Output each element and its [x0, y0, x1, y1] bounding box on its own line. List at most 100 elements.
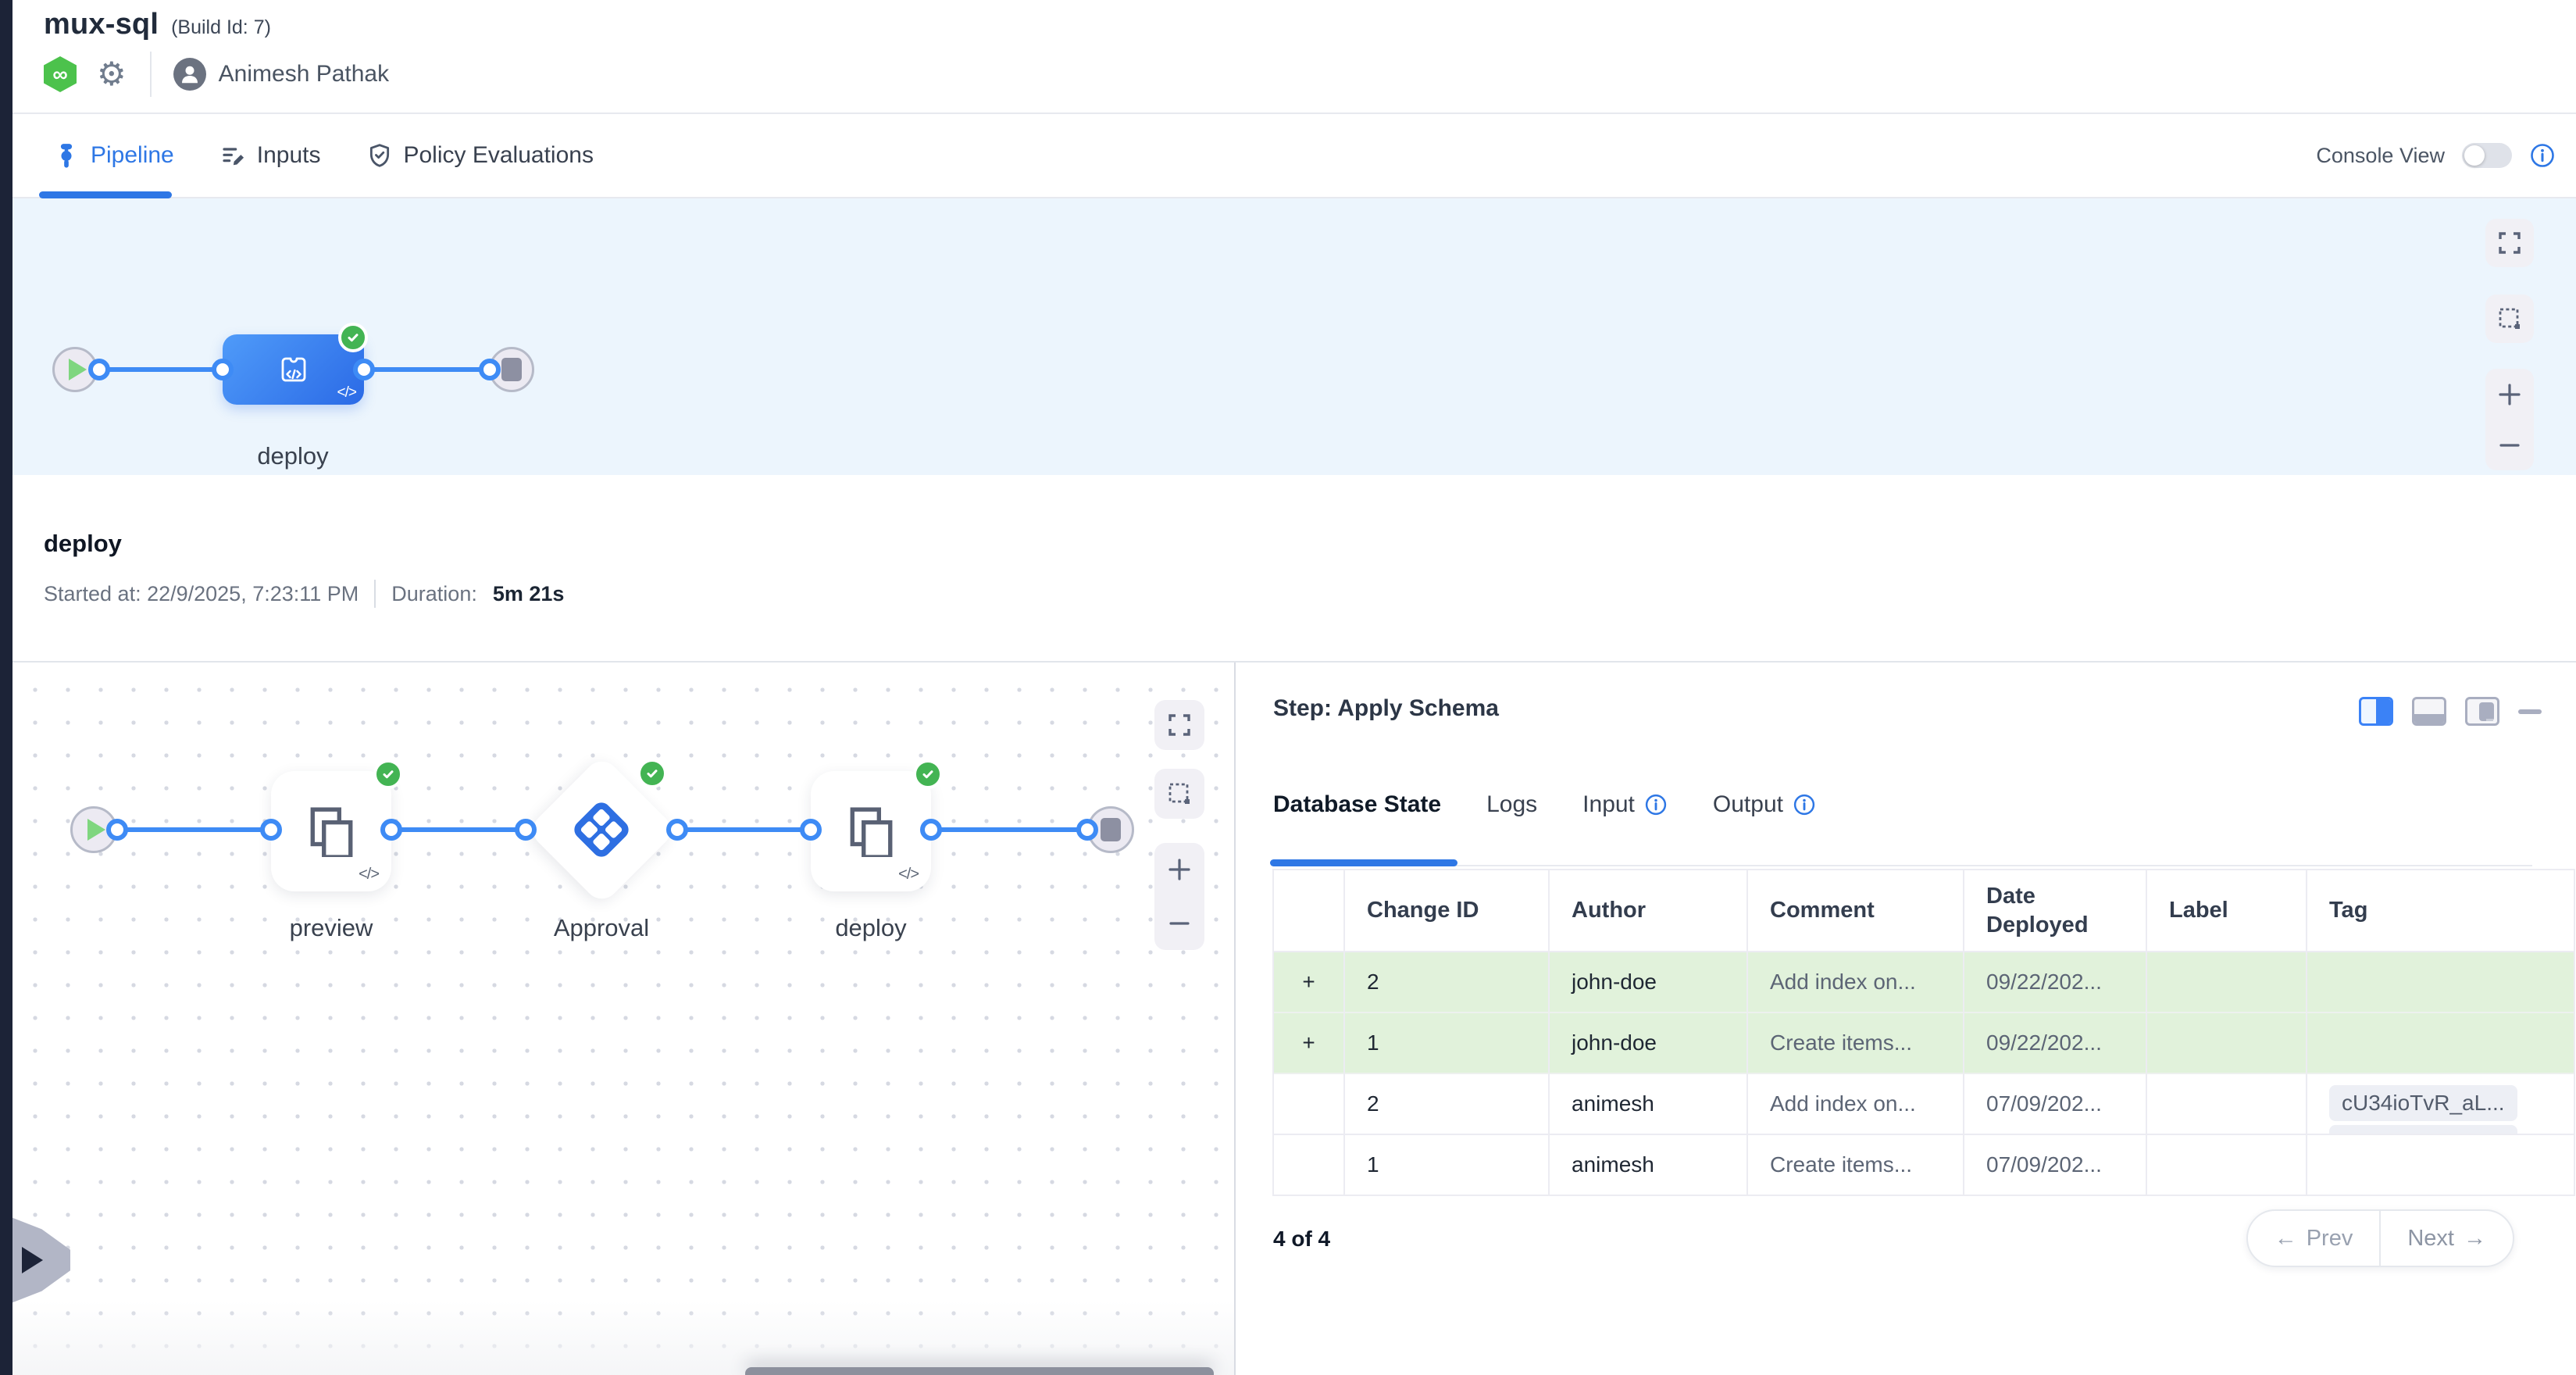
zoom-in-icon[interactable]: [2498, 383, 2521, 406]
zoom-out-icon[interactable]: [2498, 434, 2521, 457]
cell-date-deployed: 09/22/202...: [1964, 952, 2147, 1013]
column-header-date-deployed: Date Deployed: [1964, 870, 2147, 952]
minimize-panel-button[interactable]: [2518, 709, 2542, 714]
port[interactable]: [353, 359, 375, 380]
cell-comment: Create items...: [1748, 1135, 1964, 1196]
layout-split-right-button[interactable]: [2359, 697, 2393, 726]
tab-database-state[interactable]: Database State: [1273, 791, 1441, 818]
node-label: Approval: [554, 914, 649, 942]
prev-page-button[interactable]: ← Prev: [2248, 1211, 2380, 1266]
cell-tag: [2307, 1013, 2574, 1074]
port[interactable]: [515, 819, 537, 841]
cell-tag: [2307, 1135, 2574, 1196]
toggle-knob: [2464, 145, 2485, 166]
fit-view-button[interactable]: [1154, 700, 1204, 750]
sidebar-expand-handle[interactable]: [12, 1217, 70, 1303]
node-label: preview: [290, 914, 373, 942]
step-name: deploy: [44, 530, 2576, 558]
tab-policy-evaluations[interactable]: Policy Evaluations: [367, 142, 593, 169]
build-id: (Build Id: 7): [171, 16, 271, 39]
row-expander-button[interactable]: [1274, 1074, 1345, 1135]
cell-label: [2147, 1074, 2307, 1135]
column-header-expander: [1274, 870, 1345, 952]
pipeline-edge: [117, 827, 271, 832]
console-view-toggle[interactable]: [2462, 143, 2512, 168]
duration-value: 5m 21s: [493, 582, 565, 606]
table-row[interactable]: + 1 john-doe Create items... 09/22/202..…: [1274, 1013, 2574, 1074]
layout-floating-button[interactable]: [2465, 697, 2499, 726]
fullscreen-icon: [1167, 712, 1192, 738]
zoom-in-icon[interactable]: [1168, 858, 1191, 881]
column-header-label: Label: [2147, 870, 2307, 952]
tab-inputs[interactable]: Inputs: [221, 142, 321, 169]
stop-icon: [501, 358, 522, 381]
fit-view-button[interactable]: [2485, 219, 2534, 267]
layout-dock-bottom-button[interactable]: [2412, 697, 2446, 726]
port[interactable]: [1076, 819, 1098, 841]
preview-step-node[interactable]: </>: [271, 771, 391, 891]
arrow-right-icon: →: [2464, 1226, 2486, 1252]
horizontal-scrollbar[interactable]: [745, 1367, 1214, 1375]
cell-author: animesh: [1550, 1074, 1748, 1135]
port[interactable]: [260, 819, 282, 841]
row-expander-button[interactable]: +: [1274, 952, 1345, 1013]
port[interactable]: [479, 359, 501, 380]
column-header-tag: Tag: [2307, 870, 2574, 952]
cell-label: [2147, 952, 2307, 1013]
database-state-table: Change ID Author Comment Date Deployed L…: [1272, 869, 2575, 1196]
table-row[interactable]: + 2 john-doe Add index on... 09/22/202..…: [1274, 952, 2574, 1013]
tab-pipeline[interactable]: Pipeline: [53, 142, 174, 169]
lower-pipeline-canvas[interactable]: </>: [12, 662, 1234, 1375]
port[interactable]: [380, 819, 402, 841]
tab-output[interactable]: Output: [1713, 791, 1816, 818]
tag-chip[interactable]: cU34ioTvR_aL...: [2329, 1085, 2517, 1121]
pipeline-edge: [931, 827, 1087, 832]
settings-gear-icon[interactable]: ⚙: [97, 58, 127, 91]
selection-box-button[interactable]: [1154, 769, 1204, 819]
table-header-row: Change ID Author Comment Date Deployed L…: [1274, 870, 2574, 952]
row-expander-button[interactable]: [1274, 1135, 1345, 1196]
shield-check-icon: [367, 143, 392, 168]
row-expander-button[interactable]: +: [1274, 1013, 1345, 1074]
port[interactable]: [800, 819, 822, 841]
pagination: ← Prev Next →: [2246, 1209, 2514, 1267]
next-page-button[interactable]: Next →: [2379, 1211, 2513, 1266]
page-title: mux-sql: [44, 8, 159, 41]
deploy-step-node[interactable]: </>: [811, 771, 931, 891]
code-badge: </>: [337, 384, 356, 402]
marquee-select-icon: [2497, 306, 2522, 331]
port[interactable]: [212, 359, 234, 380]
tab-logs[interactable]: Logs: [1486, 791, 1537, 818]
pipeline-status-hexagon-icon: ∞: [44, 56, 77, 92]
table-row[interactable]: 2 animesh Add index on... 07/09/202... c…: [1274, 1074, 2574, 1135]
info-icon[interactable]: [1793, 793, 1816, 816]
info-icon[interactable]: [1644, 793, 1668, 816]
port[interactable]: [106, 819, 128, 841]
copy-pages-icon: [305, 805, 357, 857]
canvas-bottom-fade: [12, 1301, 1234, 1375]
success-check-icon: [913, 759, 943, 789]
cell-change-id: 1: [1345, 1135, 1550, 1196]
port[interactable]: [88, 359, 110, 380]
top-pipeline-canvas[interactable]: </> deploy: [12, 198, 2576, 475]
infinity-icon: ∞: [52, 62, 67, 87]
step-info-band: deploy Started at: 22/9/2025, 7:23:11 PM…: [12, 475, 2576, 661]
port[interactable]: [920, 819, 942, 841]
zoom-out-icon[interactable]: [1168, 912, 1191, 935]
code-badge: </>: [359, 866, 379, 884]
table-row[interactable]: 1 animesh Create items... 07/09/202...: [1274, 1135, 2574, 1196]
info-icon[interactable]: [2529, 142, 2556, 169]
tab-input[interactable]: Input: [1582, 791, 1668, 818]
tab-bar: Pipeline Inputs Policy Evaluations Conso…: [12, 114, 2576, 198]
column-header-change-id: Change ID: [1345, 870, 1550, 952]
port[interactable]: [666, 819, 688, 841]
tab-label: Pipeline: [91, 142, 174, 169]
code-badge: </>: [898, 866, 919, 884]
active-tab-underline: [39, 191, 172, 198]
success-check-icon: [637, 759, 667, 788]
cell-date-deployed: 09/22/202...: [1964, 1013, 2147, 1074]
tag-chip-clipped[interactable]: cU34ioTvR_aL...: [2329, 1125, 2517, 1135]
pipeline-edge: [364, 367, 490, 372]
selection-box-button[interactable]: [2485, 295, 2534, 343]
header-divider: [150, 52, 152, 97]
